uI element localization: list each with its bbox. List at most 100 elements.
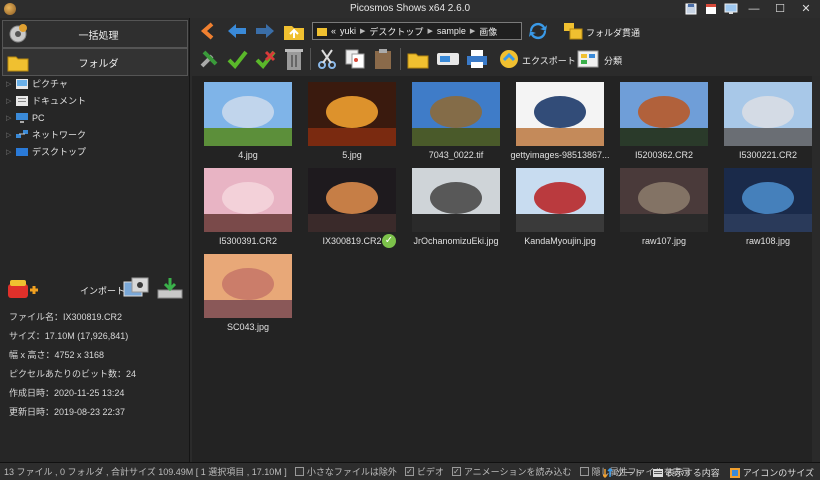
animation-checkbox[interactable]: ✓ [451,467,461,476]
thumbnail[interactable]: raw108.jpg [716,168,820,246]
classify-icon[interactable] [576,47,600,71]
export-icon[interactable] [498,48,520,70]
maximize-button[interactable]: ☐ [770,2,790,16]
thumbnail-caption: 4.jpg [238,150,258,160]
path-separator-icon[interactable]: ▶ [427,27,432,35]
folder-button[interactable]: フォルダ [2,48,188,76]
thumbnail-image[interactable] [724,82,812,146]
batch-process-button[interactable]: 一括処理 [2,20,188,48]
network-icon [16,129,28,138]
path-overflow[interactable]: « [331,26,336,36]
thumbnail-caption: JrOchanomizuEki.jpg [413,236,499,246]
select-all-check-icon[interactable] [226,48,248,70]
thumbnail-image[interactable] [412,82,500,146]
tree-item-network[interactable]: ▷ ネットワーク [6,126,186,143]
save-layout-icon[interactable] [684,2,698,16]
thumbnail[interactable]: gettyimages-98513867... [508,82,612,160]
path-segment[interactable]: yuki [340,26,356,36]
path-segment[interactable]: 画像 [479,25,497,38]
navigation-bar: « yuki ▶ デスクトップ ▶ sample ▶ 画像 フォルダ貫通 [192,18,820,44]
import-label[interactable]: インポート [80,284,125,297]
expand-arrow-icon[interactable]: ▷ [6,131,16,139]
scissors-icon[interactable] [316,48,338,70]
thumbnail[interactable]: SC043.jpg [196,254,300,332]
close-button[interactable]: ✕ [796,2,816,16]
toolbar-divider [400,48,401,70]
display-content-button[interactable]: 表示する内容 [652,466,720,479]
path-segment[interactable]: sample [437,26,466,36]
back-arrow-icon[interactable] [226,22,248,40]
thumbnail[interactable]: I5300221.CR2 [716,82,820,160]
small-files-label[interactable]: 小さなファイルは除外 [307,465,397,478]
expand-arrow-icon[interactable]: ▷ [6,114,16,122]
tree-item-desktop[interactable]: ▷ デスクトップ [6,143,186,160]
thumbnail-image[interactable] [204,254,292,318]
thumbnail-image[interactable] [412,168,500,232]
export-label[interactable]: エクスポート [522,54,576,67]
trash-icon[interactable] [284,47,304,71]
card-reader-icon[interactable] [436,50,460,68]
address-bar[interactable]: « yuki ▶ デスクトップ ▶ sample ▶ 画像 [312,22,522,40]
thumbnail-image[interactable] [516,82,604,146]
monitor-icon[interactable] [724,2,738,16]
thumbnail-grid: 4.jpg 5.jpg 7043_0022.tif gettyimages-98513… [192,76,812,462]
path-segment[interactable]: デスクトップ [369,25,423,38]
thumbnail[interactable]: 5.jpg [300,82,404,160]
download-icon[interactable] [156,276,184,302]
icon-size-button[interactable]: アイコンのサイズ [729,466,814,479]
thumbnail-image[interactable] [516,168,604,232]
folder-through-label[interactable]: フォルダ貫通 [586,26,640,39]
thumbnail[interactable]: 7043_0022.tif [404,82,508,160]
pictures-folder-icon [16,78,28,89]
back-orange-icon[interactable] [198,22,218,40]
small-files-checkbox[interactable] [294,467,304,476]
video-checkbox[interactable]: ✓ [404,467,414,476]
thumbnail[interactable]: I5200362.CR2 [612,82,716,160]
thumbnail-image[interactable] [204,82,292,146]
printer-icon[interactable] [466,48,488,70]
calendar-icon[interactable] [704,2,718,16]
paste-icon[interactable] [372,48,394,70]
thumbnail-image[interactable] [204,168,292,232]
thumbnail-image[interactable] [724,168,812,232]
thumbnail-image[interactable] [308,82,396,146]
classify-label[interactable]: 分類 [604,54,622,67]
expand-arrow-icon[interactable]: ▷ [6,80,16,88]
thumbnail[interactable]: IX300819.CR2 ✓ [300,168,404,248]
forward-arrow-icon[interactable] [254,22,276,40]
minimize-button[interactable]: — [744,2,764,16]
sort-button[interactable]: ソート [602,466,643,479]
refresh-icon[interactable] [528,21,548,41]
thumbnail[interactable]: 4.jpg [196,82,300,160]
status-bar: 13 ファイル , 0 フォルダ , 合計サイズ 109.49M [ 1 選択項… [0,462,820,480]
expand-arrow-icon[interactable]: ▷ [6,97,16,105]
tree-item-pictures[interactable]: ▷ ピクチャ [6,75,186,92]
animation-label[interactable]: アニメーションを読み込む [464,465,572,478]
tree-item-label: デスクトップ [32,147,87,157]
thumbnail[interactable]: KandaMyoujin.jpg [508,168,612,246]
thumbnail[interactable]: raw107.jpg [612,168,716,246]
tools-icon[interactable] [198,48,220,70]
expand-arrow-icon[interactable]: ▷ [6,148,16,156]
thumbnail-image[interactable] [620,168,708,232]
gear-icon [9,24,27,43]
camera-import-icon[interactable] [122,276,152,302]
invert-selection-icon[interactable] [254,48,276,70]
thumbnail-image[interactable] [620,82,708,146]
thumbnail[interactable]: I5300391.CR2 [196,168,300,246]
thumbnail-caption: 5.jpg [342,150,362,160]
parent-folder-icon[interactable] [282,20,306,42]
add-to-basket-icon[interactable] [6,276,40,302]
copy-icon[interactable] [344,48,366,70]
thumbnail[interactable]: JrOchanomizuEki.jpg [404,168,508,246]
path-separator-icon[interactable]: ▶ [470,27,475,35]
path-separator-icon[interactable]: ▶ [360,27,365,35]
thumbnail-image[interactable] [308,168,396,232]
video-label[interactable]: ビデオ [417,465,444,478]
tree-item-pc[interactable]: ▷ PC [6,109,186,126]
vertical-scrollbar[interactable] [812,76,820,462]
open-folder-icon[interactable] [406,48,430,70]
tree-item-documents[interactable]: ▷ ドキュメント [6,92,186,109]
hidden-files-checkbox[interactable] [579,467,589,476]
folder-through-icon[interactable] [562,21,584,41]
